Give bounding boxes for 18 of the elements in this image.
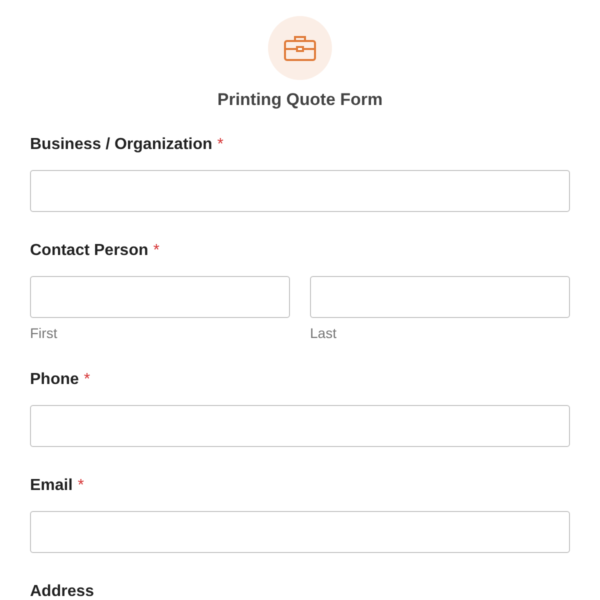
required-mark: * bbox=[84, 370, 90, 390]
field-label: Email bbox=[30, 476, 73, 496]
form-title: Printing Quote Form bbox=[217, 90, 383, 110]
input-field[interactable] bbox=[30, 405, 570, 447]
sublabel: First bbox=[30, 325, 58, 341]
required-mark: * bbox=[153, 241, 160, 261]
input-field[interactable] bbox=[30, 276, 290, 318]
input-field[interactable] bbox=[310, 276, 570, 318]
required-mark: * bbox=[78, 476, 84, 496]
input-field[interactable] bbox=[30, 511, 570, 553]
field-label: Phone bbox=[30, 370, 79, 390]
input-field[interactable] bbox=[30, 170, 570, 212]
field-label: Business / Organization bbox=[30, 135, 212, 155]
field-label: Address bbox=[30, 582, 94, 600]
sublabel: Last bbox=[310, 325, 336, 341]
field-label: Contact Person bbox=[30, 241, 148, 261]
required-mark: * bbox=[217, 135, 224, 155]
briefcase-icon bbox=[283, 34, 317, 62]
